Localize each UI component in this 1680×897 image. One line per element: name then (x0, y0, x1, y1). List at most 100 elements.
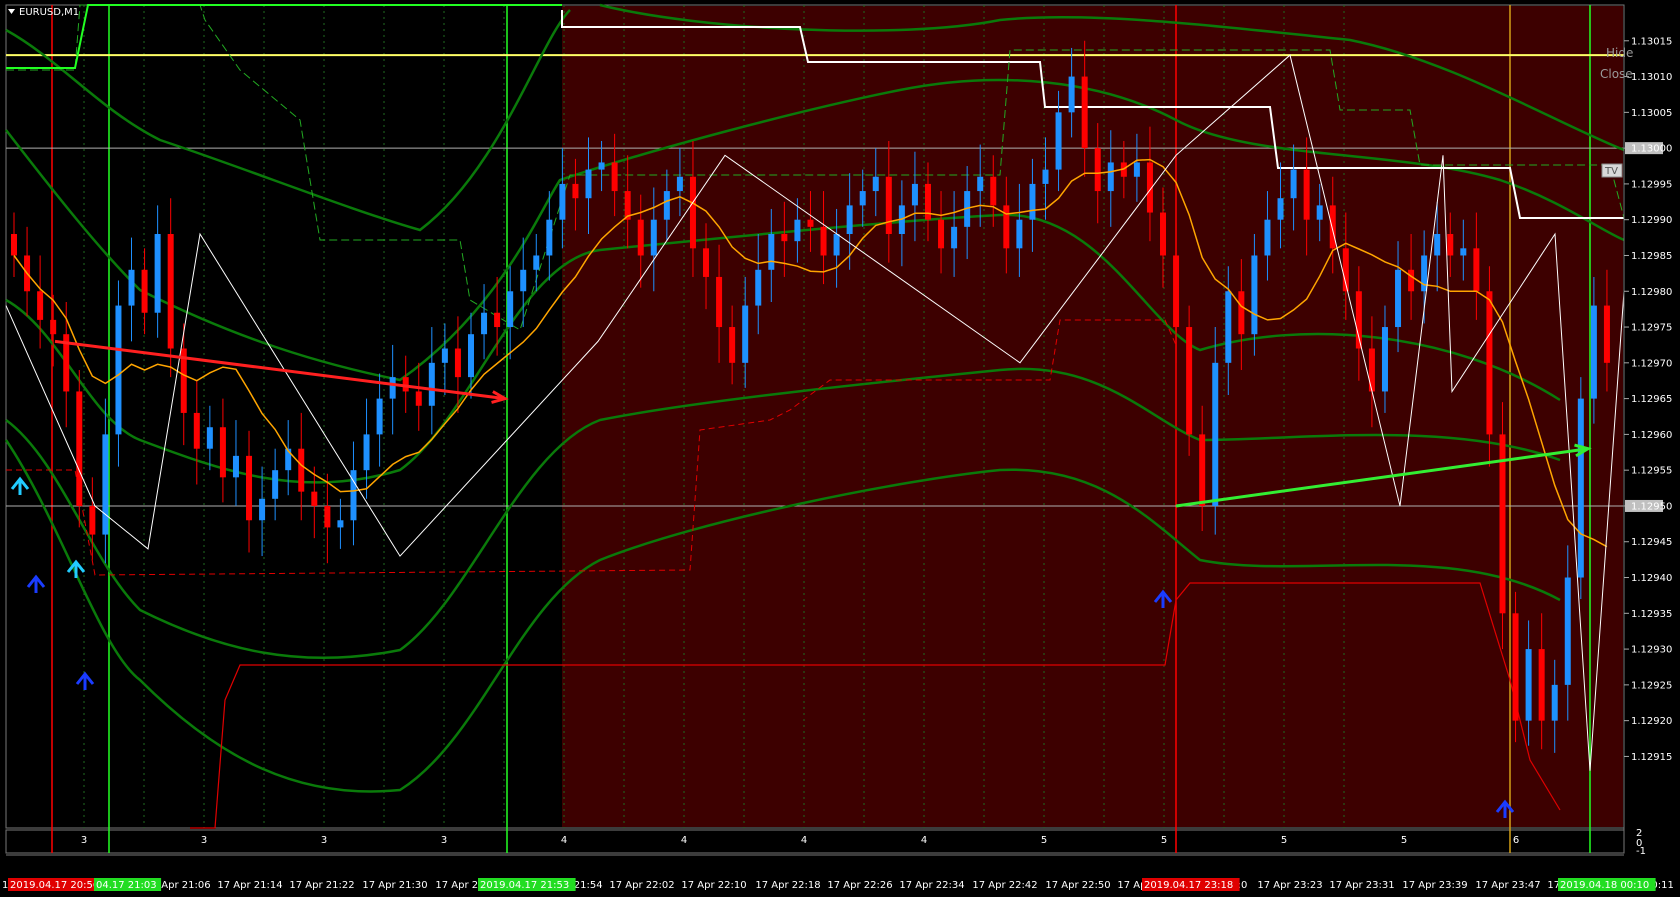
candle-body (951, 226, 958, 249)
count-label: 4 (561, 835, 567, 846)
count-label: 5 (1401, 835, 1407, 846)
candle-body (246, 455, 253, 521)
candle-body (807, 219, 814, 227)
time-tick-label: 17 Apr 23:23 (1257, 880, 1322, 891)
price-chart[interactable]: 1.13015 1.13010 1.13005 1.13000 1.12995 1.129… (0, 0, 1680, 897)
candle-body (298, 448, 305, 492)
candle-body (572, 183, 579, 199)
candle-body (428, 362, 435, 406)
candle-body (1551, 684, 1558, 721)
price-tick-label: 1.12935 (1631, 609, 1672, 620)
candle-body (454, 348, 461, 378)
shaded-session-region (562, 6, 1623, 827)
price-tick-label: 1.12925 (1631, 680, 1672, 691)
candle-body (911, 183, 918, 206)
candle-body (1381, 327, 1388, 392)
price-axis: 1.13015 1.13010 1.13005 1.13000 1.12995 1.129… (1623, 5, 1672, 857)
count-label: 5 (1041, 835, 1047, 846)
candle-body (219, 427, 226, 478)
candle-body (1212, 362, 1219, 506)
price-tick-label: 1.13005 (1631, 108, 1672, 119)
candle-body (167, 234, 174, 349)
candle-body (1329, 205, 1336, 249)
price-tick-label: 1.12980 (1631, 287, 1672, 298)
candle-body (141, 269, 148, 313)
candle-body (820, 226, 827, 256)
count-label: 3 (201, 835, 207, 846)
candle-body (1251, 255, 1258, 335)
price-tick-label: 1.12985 (1631, 251, 1672, 262)
time-highlight-label: 2019.04.18 00:10 (1560, 880, 1649, 891)
time-tick-label: 17 Apr 22:26 (827, 880, 892, 891)
time-tick-label: 17 Apr 23:47 (1475, 880, 1540, 891)
candle-body (846, 205, 853, 235)
candle-body (663, 191, 670, 220)
candle-body (37, 291, 44, 320)
price-tick-label: 1.13000 (1631, 144, 1672, 155)
candle-body (363, 434, 370, 471)
candle-body (1408, 269, 1415, 292)
count-label: 6 (1513, 835, 1519, 846)
subwindow-tick-label: -1 (1636, 846, 1646, 857)
price-tick-label: 1.12995 (1631, 179, 1672, 190)
candle-body (1290, 169, 1297, 199)
price-tick-label: 1.12960 (1631, 430, 1672, 441)
candle-body (1016, 219, 1023, 249)
candle-body (1133, 162, 1140, 177)
candle-body (716, 276, 723, 328)
count-label: 5 (1161, 835, 1167, 846)
candle-body (689, 176, 696, 249)
tv-button[interactable]: TV (1601, 163, 1623, 178)
candle-body (50, 319, 57, 335)
time-highlight-label: 2019.04.17 21:53 (480, 880, 569, 891)
price-tick-label: 1.12915 (1631, 752, 1672, 763)
candle-body (729, 327, 736, 363)
candle-body (1460, 248, 1467, 256)
candle-body (598, 162, 605, 170)
candle-body (1055, 112, 1062, 170)
candle-body (1434, 234, 1441, 256)
time-tick-label: 17 Apr 22:34 (899, 880, 964, 891)
candle-body (1421, 255, 1428, 292)
candle-body (585, 169, 592, 199)
candle-body (1486, 291, 1493, 435)
candle-body (533, 255, 540, 270)
chart-header[interactable]: EURUSD,M1 (8, 7, 79, 18)
time-tick-label: 17 Apr 23:39 (1402, 880, 1467, 891)
time-highlight-label: 2019.04.17 23:18 (1144, 880, 1233, 891)
candle-body (885, 176, 892, 235)
candle-body (1003, 205, 1010, 249)
candle-body (311, 491, 318, 506)
candle-body (1303, 169, 1310, 220)
candle-body (102, 434, 109, 535)
price-tick-label: 1.12950 (1631, 501, 1672, 512)
tv-button-label: TV (1604, 166, 1618, 177)
price-tick-label: 1.13015 (1631, 36, 1672, 47)
count-label: 4 (801, 835, 807, 846)
candle-body (833, 234, 840, 256)
price-tick-label: 1.12975 (1631, 323, 1672, 334)
candle-body (1577, 398, 1584, 578)
candle-body (546, 219, 553, 256)
candle-body (76, 391, 83, 506)
price-tick-label: 1.13010 (1631, 72, 1672, 83)
price-tick-label: 1.12940 (1631, 573, 1672, 584)
candle-body (794, 219, 801, 242)
candle-body (1355, 291, 1362, 349)
candle-body (1225, 291, 1232, 363)
candle-body (990, 176, 997, 206)
candle-body (1277, 198, 1284, 220)
hide-button[interactable]: Hide (1606, 46, 1633, 60)
price-tick-label: 1.12970 (1631, 358, 1672, 369)
candle-body (637, 219, 644, 256)
candle-body (272, 470, 279, 499)
candle-body (755, 269, 762, 306)
candle-body (1199, 434, 1206, 506)
candle-body (1264, 219, 1271, 256)
candle-body (1029, 183, 1036, 220)
count-label: 4 (681, 835, 687, 846)
time-tick-label: 17 Apr 22:02 (609, 880, 674, 891)
candle-body (128, 269, 135, 306)
count-label: 4 (921, 835, 927, 846)
close-button[interactable]: Close (1600, 67, 1633, 81)
